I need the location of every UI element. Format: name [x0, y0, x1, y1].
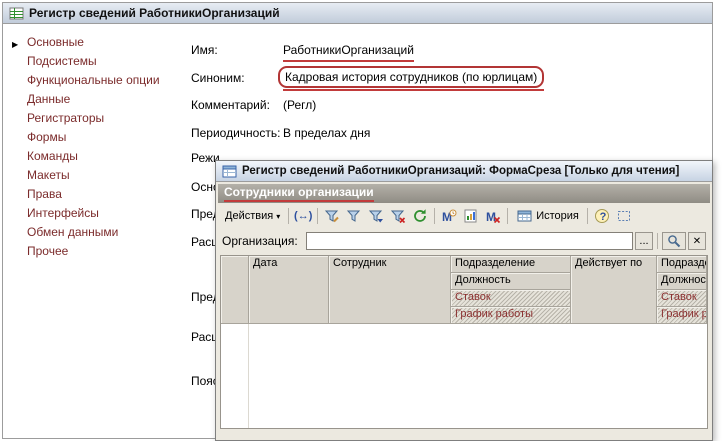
- column-date: Дата: [249, 256, 329, 324]
- sidebar-item-makety[interactable]: Макеты: [3, 166, 185, 185]
- main-window-titlebar[interactable]: Регистр сведений РаботникиОрганизаций: [3, 3, 712, 24]
- organization-label: Организация:: [222, 234, 298, 248]
- dropdown-arrow-icon: ▾: [276, 212, 280, 221]
- name-label: Имя:: [191, 41, 283, 59]
- column-department-group-2: Подразделение Должность Ставок График ра…: [657, 256, 707, 324]
- organization-row: Организация: ... ✕: [218, 229, 710, 253]
- select-period-icon[interactable]: (↔): [293, 206, 313, 226]
- column-header-position-2[interactable]: Должность: [657, 273, 707, 290]
- column-header-employee[interactable]: Сотрудник: [329, 256, 451, 324]
- name-value[interactable]: РаботникиОрганизаций: [283, 41, 414, 62]
- toolbar-separator: [587, 208, 588, 224]
- organization-select-button[interactable]: ...: [635, 232, 653, 250]
- column-header-valid-until[interactable]: Действует по: [571, 256, 657, 324]
- toolbar-separator: [657, 233, 658, 249]
- toolbar-separator: [288, 208, 289, 224]
- synonym-value[interactable]: Кадровая история сотрудников (по юрлицам…: [278, 66, 544, 88]
- form-toolbar: Действия ▾ (↔): [218, 203, 710, 229]
- organization-clear-button[interactable]: ✕: [688, 232, 706, 250]
- history-button[interactable]: История: [512, 206, 583, 226]
- synonym-label: Синоним:: [191, 66, 283, 87]
- column-valid-until: Действует по: [571, 256, 657, 324]
- column-header-rate[interactable]: Ставок: [451, 290, 571, 307]
- sidebar-item-registratory[interactable]: Регистраторы: [3, 109, 185, 128]
- column-header-date[interactable]: Дата: [249, 256, 329, 324]
- toolbar-separator: [507, 208, 508, 224]
- main-window-title: Регистр сведений РаботникиОрганизаций: [29, 6, 280, 20]
- selector-column: [221, 256, 249, 324]
- magnifier-icon: [666, 233, 682, 249]
- field-row-comment: Комментарий: (Регл): [191, 96, 316, 114]
- slice-form-window: Регистр сведений РаботникиОрганизаций: Ф…: [215, 160, 713, 441]
- sidebar-item-obmen-dannymi[interactable]: Обмен данными: [3, 223, 185, 242]
- sidebar-item-prava[interactable]: Права: [3, 185, 185, 204]
- refresh-icon[interactable]: [410, 206, 430, 226]
- column-header-department-2[interactable]: Подразделение: [657, 256, 707, 273]
- sidebar-item-osnovnye[interactable]: ▶ Основные: [3, 33, 185, 52]
- selector-header-cell: [221, 256, 249, 324]
- comment-value[interactable]: (Регл): [283, 96, 316, 114]
- column-employee: Сотрудник: [329, 256, 451, 324]
- selected-marker-icon: ▶: [12, 37, 18, 52]
- field-row-name: Имя: РаботникиОрганизаций: [191, 41, 414, 62]
- form-caption-bar: Сотрудники организации: [218, 184, 710, 203]
- records-table: Дата Сотрудник Подразделение Должность С…: [220, 255, 708, 429]
- slice-form-body: Сотрудники организации Действия ▾ (↔): [216, 182, 712, 440]
- organization-input[interactable]: [306, 232, 633, 250]
- journal-icon[interactable]: [461, 206, 481, 226]
- sidebar-item-formy[interactable]: Формы: [3, 128, 185, 147]
- toolbar-separator: [434, 208, 435, 224]
- filter-history-icon[interactable]: [366, 206, 386, 226]
- sidebar-item-interfeysy[interactable]: Интерфейсы: [3, 204, 185, 223]
- sections-list: ▶ Основные Подсистемы Функциональные опц…: [3, 25, 185, 438]
- periodicity-value[interactable]: В пределах дня: [283, 124, 370, 142]
- organization-find-button[interactable]: [662, 232, 686, 250]
- field-row-synonym: Синоним: Кадровая история сотрудников (п…: [191, 66, 544, 91]
- help-icon[interactable]: ?: [592, 206, 612, 226]
- column-header-schedule-2[interactable]: График работы: [657, 307, 707, 324]
- sidebar-item-prochee[interactable]: Прочее: [3, 242, 185, 261]
- sidebar-item-podsistemy[interactable]: Подсистемы: [3, 52, 185, 71]
- disable-filter-icon[interactable]: [388, 206, 408, 226]
- comment-label: Комментарий:: [191, 96, 283, 114]
- register-icon: [8, 5, 24, 21]
- column-header-schedule[interactable]: График работы: [451, 307, 571, 324]
- sidebar-item-funkcionalnye-opcii[interactable]: Функциональные опции: [3, 71, 185, 90]
- svg-text:?: ?: [599, 211, 606, 223]
- toolbar-separator: [317, 208, 318, 224]
- moment-of-time-icon[interactable]: М: [439, 206, 459, 226]
- clear-moment-icon[interactable]: М: [483, 206, 503, 226]
- form-icon: [221, 163, 237, 179]
- form-caption: Сотрудники организации: [224, 185, 374, 202]
- actions-button[interactable]: Действия ▾: [221, 206, 284, 226]
- sidebar-item-dannye[interactable]: Данные: [3, 90, 185, 109]
- filter-settings-icon[interactable]: [322, 206, 342, 226]
- sidebar-item-komandy[interactable]: Команды: [3, 147, 185, 166]
- history-icon: [516, 208, 532, 224]
- column-header-position[interactable]: Должность: [451, 273, 571, 290]
- slice-form-title: Регистр сведений РаботникиОрганизаций: Ф…: [242, 165, 679, 177]
- column-department-group: Подразделение Должность Ставок График ра…: [451, 256, 571, 324]
- table-body[interactable]: [221, 324, 707, 428]
- column-header-department[interactable]: Подразделение: [451, 256, 571, 273]
- selection-rectangle-icon[interactable]: [614, 206, 634, 226]
- periodicity-label: Периодичность:: [191, 124, 283, 142]
- table-header: Дата Сотрудник Подразделение Должность С…: [221, 256, 707, 324]
- slice-form-titlebar[interactable]: Регистр сведений РаботникиОрганизаций: Ф…: [216, 161, 712, 182]
- field-row-periodicity: Периодичность: В пределах дня: [191, 124, 370, 142]
- filter-icon[interactable]: [344, 206, 364, 226]
- screen: Регистр сведений РаботникиОрганизаций ▶ …: [0, 0, 723, 441]
- selector-column-divider: [248, 324, 249, 428]
- column-header-rate-2[interactable]: Ставок: [657, 290, 707, 307]
